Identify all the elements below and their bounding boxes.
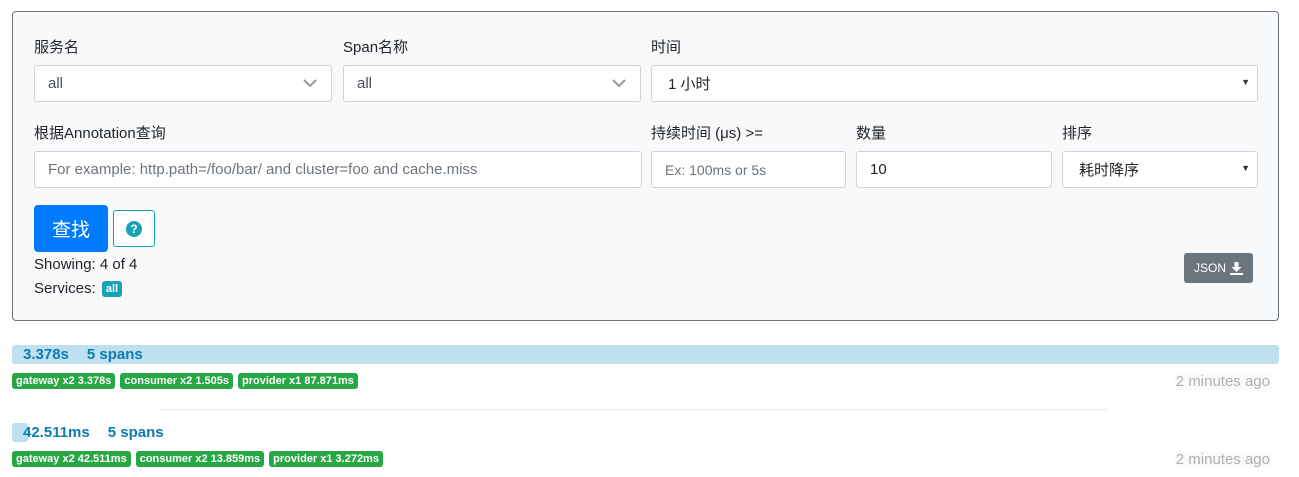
trace-duration: 3.378s xyxy=(23,346,69,363)
time-label: 时间 xyxy=(651,39,682,56)
services-badge: all xyxy=(101,281,123,298)
time-select[interactable]: 1 小时 ▼ xyxy=(651,65,1258,102)
span-name-select[interactable]: all xyxy=(343,65,641,102)
service-tag: gateway x2 3.378s xyxy=(12,373,116,389)
limit-value: 10 xyxy=(870,161,887,178)
download-icon xyxy=(1230,261,1243,275)
trace-span-count: 5 spans xyxy=(107,424,164,441)
question-circle-icon: ? xyxy=(126,220,142,237)
trace-timestamp: 2 minutes ago xyxy=(1174,373,1271,390)
sort-label: 排序 xyxy=(1062,125,1093,142)
span-name-value: all xyxy=(357,75,373,92)
service-tag: gateway x2 42.511ms xyxy=(12,451,131,467)
duration-label: 持续时间 (μs) >= xyxy=(651,125,763,142)
annotation-label: 根据Annotation查询 xyxy=(34,125,166,142)
service-name-value: all xyxy=(48,75,64,92)
limit-input[interactable]: 10 xyxy=(856,151,1052,188)
services-label: Services: xyxy=(34,280,96,297)
trace-timestamp: 2 minutes ago xyxy=(1174,451,1271,468)
caret-down-icon: ▼ xyxy=(1241,77,1250,87)
service-tag: provider x1 87.871ms xyxy=(237,373,358,389)
duration-placeholder: Ex: 100ms or 5s xyxy=(665,161,767,178)
trace-item[interactable]: 3.378s 5 spans gateway x2 3.378s consume… xyxy=(12,345,1279,395)
caret-down-icon: ▼ xyxy=(1241,163,1250,173)
service-name-label: 服务名 xyxy=(34,39,80,56)
trace-separator xyxy=(160,409,1108,410)
help-button[interactable]: ? xyxy=(113,210,155,247)
service-name-select[interactable]: all xyxy=(34,65,332,102)
json-download-button[interactable]: JSON xyxy=(1184,253,1253,283)
service-tags: gateway x2 42.511ms consumer x2 13.859ms… xyxy=(12,451,383,467)
trace-header: 42.511ms 5 spans xyxy=(23,423,164,442)
annotation-query-placeholder: For example: http.path=/foo/bar/ and clu… xyxy=(48,161,478,178)
showing-count: Showing: 4 of 4 xyxy=(34,256,138,273)
limit-label: 数量 xyxy=(856,125,887,142)
search-panel: 服务名 all Span名称 all 时间 1 小时 ▼ 根据Annotatio… xyxy=(12,11,1279,321)
json-button-label: JSON xyxy=(1193,261,1226,275)
trace-item[interactable]: 42.511ms 5 spans gateway x2 42.511ms con… xyxy=(12,423,1279,473)
span-name-label: Span名称 xyxy=(343,39,409,56)
time-value: 1 小时 xyxy=(668,76,711,93)
service-tags: gateway x2 3.378s consumer x2 1.505s pro… xyxy=(12,373,358,389)
trace-span-count: 5 spans xyxy=(86,346,143,363)
sort-value: 耗时降序 xyxy=(1079,162,1140,179)
search-button[interactable]: 查找 xyxy=(34,205,108,252)
chevron-down-icon xyxy=(612,79,626,88)
chevron-down-icon xyxy=(303,79,317,88)
duration-input[interactable]: Ex: 100ms or 5s xyxy=(651,151,846,188)
trace-header: 3.378s 5 spans xyxy=(23,345,143,364)
service-tag: provider x1 3.272ms xyxy=(269,451,383,467)
service-tag: consumer x2 13.859ms xyxy=(135,451,265,467)
annotation-query-input[interactable]: For example: http.path=/foo/bar/ and clu… xyxy=(34,151,642,188)
trace-duration: 42.511ms xyxy=(23,424,90,441)
duration-bar xyxy=(12,345,1279,364)
sort-select[interactable]: 耗时降序 ▼ xyxy=(1062,151,1258,188)
service-tag: consumer x2 1.505s xyxy=(120,373,233,389)
services-summary: Services: all xyxy=(34,280,123,298)
